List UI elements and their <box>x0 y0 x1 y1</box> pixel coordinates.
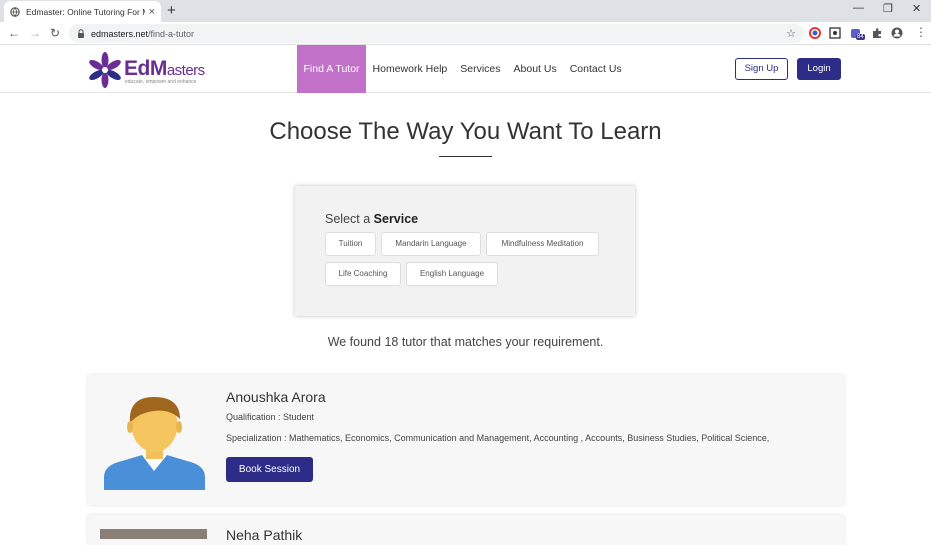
results-count-text: We found 18 tutor that matches your requ… <box>327 335 604 349</box>
new-tab-button[interactable]: + <box>167 2 176 19</box>
forward-button[interactable]: → <box>29 26 41 40</box>
url-host: edmasters.net <box>91 28 149 39</box>
tutor-avatar-icon <box>104 389 205 490</box>
logo-tagline: educate, empower and enhance <box>125 79 197 85</box>
nav-homework-help[interactable]: Homework Help <box>366 45 454 93</box>
tutor-name[interactable]: Anoushka Arora <box>226 389 326 405</box>
main-nav: Find A Tutor Homework Help Services Abou… <box>297 45 628 93</box>
extension-badge: 84 <box>856 34 865 40</box>
heading-divider <box>439 156 492 157</box>
browser-toolbar: ← → ↻ edmasters.net/find-a-tutor ☆ 84 ⋮ <box>0 22 931 45</box>
tutor-card: Anoushka Arora Qualification : Student S… <box>88 375 844 505</box>
flower-logo-icon <box>89 52 121 88</box>
screenshot-extension-icon[interactable] <box>829 27 841 39</box>
tab-title: Edmaster: Online Tutoring For M <box>26 6 145 17</box>
color-extension-icon[interactable] <box>809 27 821 39</box>
reload-button[interactable]: ↻ <box>50 26 60 40</box>
login-button[interactable]: Login <box>797 58 841 80</box>
page-heading: Choose The Way You Want To Learn <box>269 118 662 145</box>
edmasters-logo[interactable]: EdMasters educate, empower and enhance <box>87 49 205 89</box>
window-close-button[interactable]: ✕ <box>912 2 921 15</box>
browser-tabbar: Edmaster: Online Tutoring For M × + — ❐ … <box>0 0 931 22</box>
service-selector: Select a Service Tuition Mandarin Langua… <box>295 186 635 316</box>
service-chip-mindfulness[interactable]: Mindfulness Meditation <box>486 232 599 256</box>
bookmark-star-icon[interactable]: ☆ <box>786 27 796 40</box>
tutor-photo <box>100 529 207 539</box>
sign-up-button[interactable]: Sign Up <box>735 58 788 80</box>
tutor-specialization: Specialization : Mathematics, Economics,… <box>226 433 770 443</box>
nav-find-a-tutor[interactable]: Find A Tutor <box>297 45 367 93</box>
browser-tab[interactable]: Edmaster: Online Tutoring For M × <box>4 1 161 22</box>
nav-contact-us[interactable]: Contact Us <box>563 45 628 93</box>
globe-icon <box>10 6 20 17</box>
book-session-button[interactable]: Book Session <box>226 457 313 482</box>
lock-icon <box>78 29 84 38</box>
service-chip-tuition[interactable]: Tuition <box>325 232 376 256</box>
url-path: /find-a-tutor <box>148 28 195 39</box>
browser-menu-icon[interactable]: ⋮ <box>915 25 927 39</box>
tab-close-icon[interactable]: × <box>149 6 155 18</box>
logo-wordmark: EdMasters <box>124 57 205 80</box>
tutor-qualification: Qualification : Student <box>226 412 315 422</box>
profile-avatar-icon[interactable] <box>891 27 903 39</box>
back-button[interactable]: ← <box>8 26 20 40</box>
nav-services[interactable]: Services <box>454 45 507 93</box>
service-selector-title: Select a Service <box>325 212 419 226</box>
service-chip-english[interactable]: English Language <box>406 262 498 286</box>
tutor-card: Neha Pathik <box>88 515 844 545</box>
minimize-button[interactable]: — <box>853 2 864 14</box>
service-chip-life-coaching[interactable]: Life Coaching <box>325 262 401 286</box>
restore-button[interactable]: ❐ <box>883 2 893 15</box>
service-chip-mandarin[interactable]: Mandarin Language <box>381 232 481 256</box>
address-bar[interactable]: edmasters.net/find-a-tutor ☆ <box>69 24 804 43</box>
nav-about-us[interactable]: About Us <box>507 45 563 93</box>
site-header: EdMasters educate, empower and enhance F… <box>0 45 931 93</box>
puzzle-extensions-icon[interactable] <box>871 27 883 39</box>
tutor-name[interactable]: Neha Pathik <box>226 527 302 543</box>
